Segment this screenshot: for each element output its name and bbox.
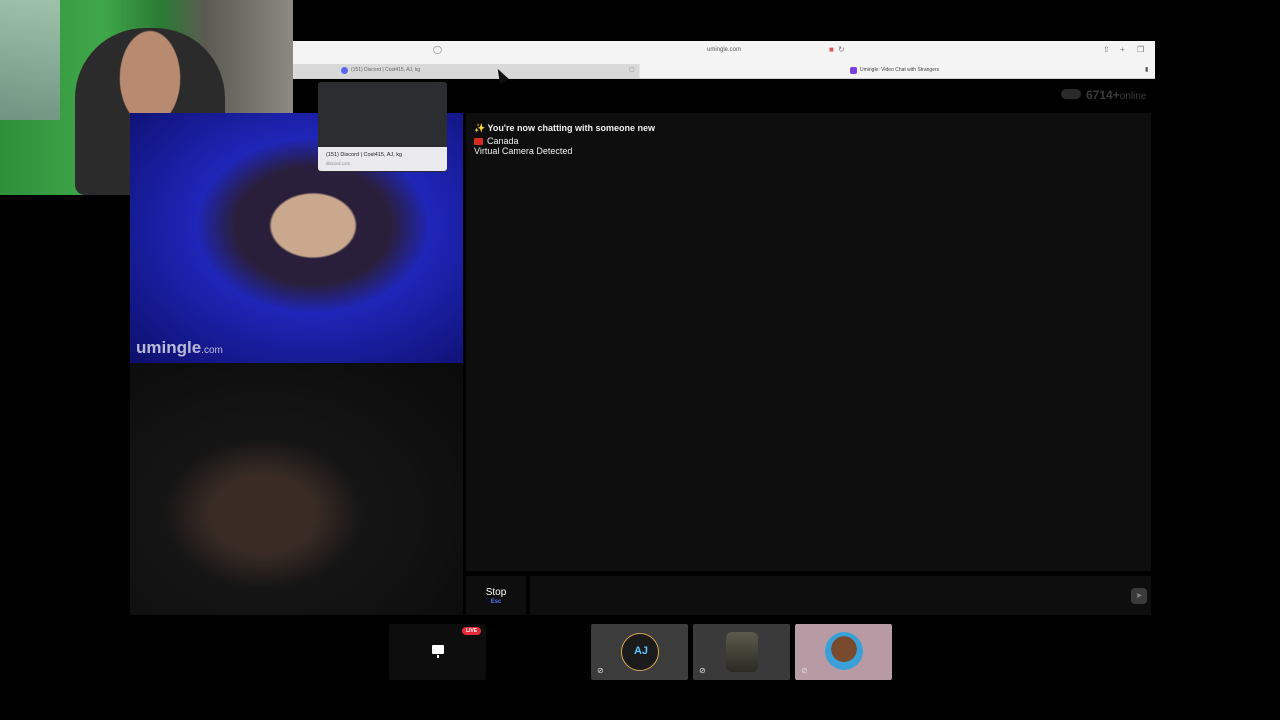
browser-toolbar: ◯ umingle.com ■ ↻ ⇧ + ❐ (151) Discord | … <box>293 41 1155 79</box>
umingle-favicon-icon <box>850 67 857 74</box>
watermark-suffix: .com <box>201 345 223 356</box>
avatar: AJ <box>621 633 659 671</box>
discord-favicon-icon <box>341 67 348 74</box>
background-jersey <box>0 0 60 120</box>
reload-icon[interactable]: ↻ <box>838 45 845 54</box>
camera-indicator-icon[interactable]: ■ <box>829 45 834 54</box>
avatar <box>825 632 863 670</box>
participant-tile-aj[interactable]: AJ ⊘ <box>591 624 688 680</box>
participant-tile-3[interactable]: ⊘ <box>795 624 892 680</box>
avatar-text: AJ <box>633 645 649 657</box>
tab-discord[interactable]: (151) Discord | Cost415, AJ, kg ▢ <box>293 64 639 78</box>
send-icon[interactable]: ➤ <box>1131 588 1147 604</box>
share-icon[interactable]: ⇧ <box>1103 45 1110 54</box>
avatar <box>726 632 758 672</box>
discord-tab-preview-label: (151) Discord | Cost415, AJ, kg discord.… <box>318 147 447 171</box>
monitor-stand <box>437 655 439 658</box>
stop-shortcut-key: Esc <box>490 599 502 605</box>
canada-flag-icon <box>474 138 483 145</box>
tab-umingle[interactable]: Umingle: Video Chat with Strangers ▮ <box>640 64 1155 78</box>
online-toggle[interactable] <box>1061 89 1081 99</box>
chat-panel: ✨ You're now chatting with someone new C… <box>466 113 1151 571</box>
screen-share-tile[interactable]: LIVE <box>389 624 486 680</box>
monitor-icon <box>432 645 444 654</box>
chat-message-country: Canada <box>474 136 519 146</box>
online-count-label: online <box>1119 91 1147 102</box>
preview-url: discord.com <box>326 161 351 166</box>
muted-mic-icon: ⊘ <box>597 666 604 675</box>
tab-bar: (151) Discord | Cost415, AJ, kg ▢ Umingl… <box>293 64 1155 78</box>
tab-overview-icon[interactable]: ❐ <box>1137 45 1144 54</box>
preview-title: (151) Discord | Cost415, AJ, kg <box>326 152 403 158</box>
stop-button[interactable]: Stop Esc <box>466 576 526 615</box>
self-video <box>130 363 463 615</box>
watermark-main: umingle <box>136 338 202 357</box>
live-badge: LIVE <box>462 627 481 635</box>
chat-message-virtual-camera: Virtual Camera Detected <box>474 146 573 156</box>
umingle-watermark: umingle.com <box>136 338 223 358</box>
tab-close-icon[interactable]: ▢ <box>629 66 635 73</box>
address-bar-url[interactable]: umingle.com <box>293 47 1155 53</box>
camera-tab-icon: ▮ <box>1145 67 1149 73</box>
tab-umingle-title: Umingle: Video Chat with Strangers <box>860 67 940 73</box>
stop-label: Stop <box>485 587 507 598</box>
muted-mic-icon: ⊘ <box>699 666 706 675</box>
online-counter: 6714+online <box>1086 88 1146 102</box>
participant-tile-2[interactable]: ⊘ <box>693 624 790 680</box>
chat-message-new-stranger: ✨ You're now chatting with someone new <box>474 123 656 133</box>
online-count-value: 6714+ <box>1086 88 1120 102</box>
muted-mic-icon: ⊘ <box>801 666 808 675</box>
address-bar-row: ◯ umingle.com ■ ↻ ⇧ + ❐ <box>293 41 1155 63</box>
chat-message-input[interactable] <box>530 576 1151 615</box>
country-label: Canada <box>487 136 519 146</box>
new-tab-icon[interactable]: + <box>1120 45 1125 54</box>
tab-discord-title: (151) Discord | Cost415, AJ, kg <box>351 67 421 73</box>
